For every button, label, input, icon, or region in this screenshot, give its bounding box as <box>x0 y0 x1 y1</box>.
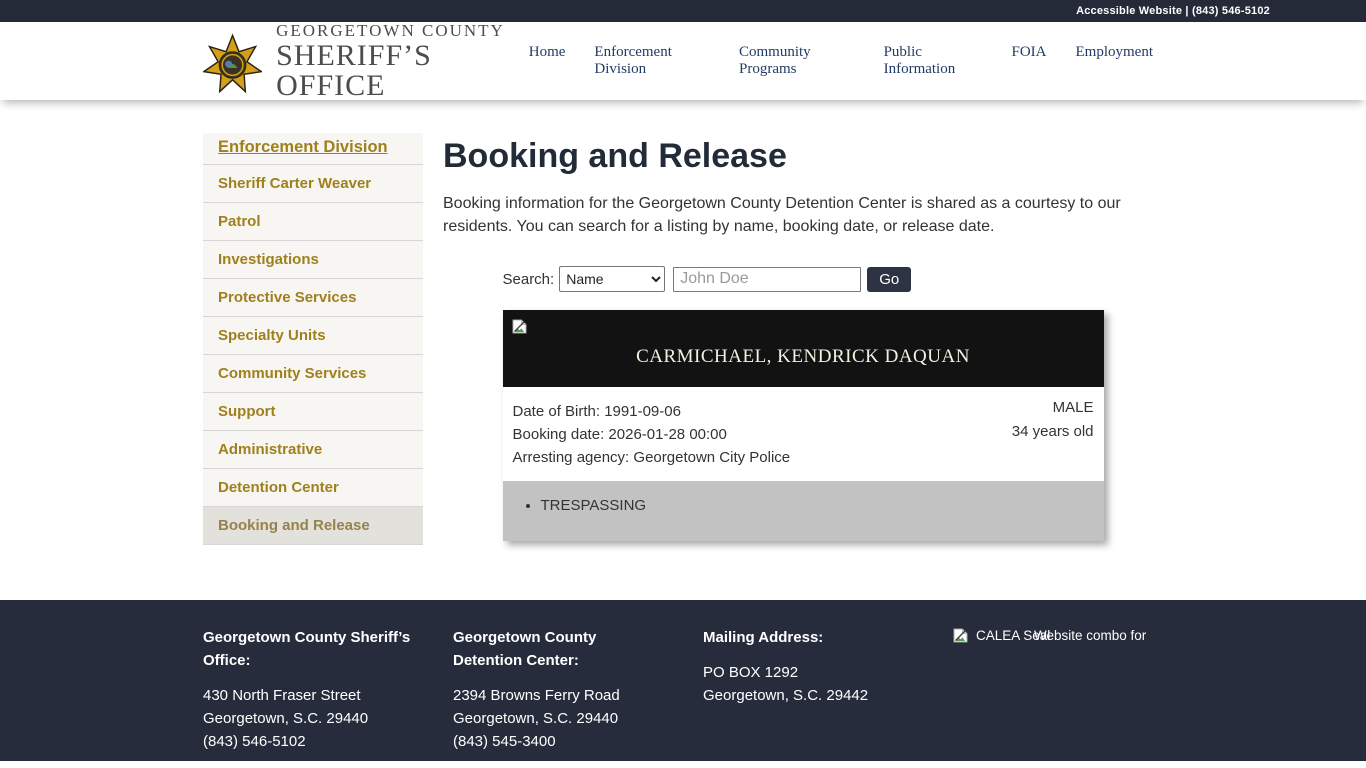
footer-sheriffs-office-street: 430 North Fraser Street <box>203 684 453 707</box>
inmate-sex: MALE <box>1012 396 1094 420</box>
logo-county-line: GEORGETOWN COUNTY <box>276 22 529 39</box>
go-button[interactable]: Go <box>867 267 911 292</box>
dob-line: Date of Birth: 1991-09-06 <box>513 400 1094 423</box>
content-area: Enforcement Division Sheriff Carter Weav… <box>203 100 1163 545</box>
sidebar-item-booking-and-release[interactable]: Booking and Release <box>203 507 423 545</box>
dob-label: Date of Birth: <box>513 403 601 420</box>
footer-mailing-po-box: PO BOX 1292 <box>703 661 953 684</box>
calea-image-alt-text: CALEA Seal Website combo for <box>976 628 1186 648</box>
site-logo[interactable]: GEORGETOWN COUNTY SHERIFF’S OFFICE <box>203 22 529 101</box>
footer-detention-center-street: 2394 Browns Ferry Road <box>453 684 703 707</box>
sidebar-item-sheriff-carter-weaver[interactable]: Sheriff Carter Weaver <box>203 165 423 203</box>
search-input[interactable] <box>673 267 861 292</box>
sidebar-item-patrol[interactable]: Patrol <box>203 203 423 241</box>
footer-calea-badge: CALEA Seal Website combo for <box>953 626 1203 753</box>
arresting-agency-value: Georgetown City Police <box>633 449 790 466</box>
booking-record-card: CARMICHAEL, KENDRICK DAQUAN Date of Birt… <box>503 310 1104 541</box>
sidebar-item-detention-center[interactable]: Detention Center <box>203 469 423 507</box>
search-form: Search: Name Go <box>503 266 1104 292</box>
top-utility-bar: Accessible Website | (843) 546-5102 <box>0 0 1366 22</box>
sex-age-block: MALE 34 years old <box>1012 396 1094 444</box>
nav-foia[interactable]: FOIA <box>1011 44 1046 78</box>
nav-home[interactable]: Home <box>529 44 566 78</box>
footer-mailing-address-column: Mailing Address: PO BOX 1292 Georgetown,… <box>703 626 953 753</box>
footer-sheriffs-office-phone: (843) 546-5102 <box>203 730 453 753</box>
nav-employment[interactable]: Employment <box>1076 44 1154 78</box>
booking-date-label: Booking date: <box>513 426 605 443</box>
site-header: GEORGETOWN COUNTY SHERIFF’S OFFICE Home … <box>0 22 1366 100</box>
booking-card-header: CARMICHAEL, KENDRICK DAQUAN <box>503 310 1104 387</box>
sidebar-item-administrative[interactable]: Administrative <box>203 431 423 469</box>
booking-card-details: Date of Birth: 1991-09-06 Booking date: … <box>503 387 1104 481</box>
logo-office-line: SHERIFF’S OFFICE <box>276 41 529 101</box>
booking-date-line: Booking date: 2026-01-28 00:00 <box>513 423 1094 446</box>
calea-alt-line2: Website combo for <box>1034 628 1146 643</box>
booking-date-value: 2026-01-28 00:00 <box>608 426 726 443</box>
sidebar-menu: Enforcement Division Sheriff Carter Weav… <box>203 133 423 545</box>
footer-mailing-address-heading: Mailing Address: <box>703 626 918 649</box>
footer-mailing-city: Georgetown, S.C. 29442 <box>703 684 953 707</box>
main-nav: Home Enforcement Division Community Prog… <box>529 44 1153 78</box>
footer-sheriffs-office-heading: Georgetown County Sheriff’s Office: <box>203 626 418 672</box>
nav-public-information[interactable]: Public Information <box>884 44 983 78</box>
arresting-agency-label: Arresting agency: <box>513 449 630 466</box>
broken-mugshot-image-icon <box>512 319 527 334</box>
page-title: Booking and Release <box>443 137 1163 176</box>
footer-detention-center-city: Georgetown, S.C. 29440 <box>453 707 703 730</box>
nav-community-programs[interactable]: Community Programs <box>739 44 855 78</box>
accessible-website-phone[interactable]: Accessible Website | (843) 546-5102 <box>1076 5 1270 17</box>
footer-spacer <box>0 545 1366 600</box>
charges-section: TRESPASSING <box>503 481 1104 541</box>
intro-paragraph: Booking information for the Georgetown C… <box>443 192 1143 238</box>
charge-item: TRESPASSING <box>541 497 1104 514</box>
sidebar-item-specialty-units[interactable]: Specialty Units <box>203 317 423 355</box>
main-column: Booking and Release Booking information … <box>443 133 1163 545</box>
site-footer: Georgetown County Sheriff’s Office: 430 … <box>0 600 1366 761</box>
inmate-name: CARMICHAEL, KENDRICK DAQUAN <box>503 346 1104 368</box>
footer-sheriffs-office-column: Georgetown County Sheriff’s Office: 430 … <box>203 626 453 753</box>
footer-sheriffs-office-city: Georgetown, S.C. 29440 <box>203 707 453 730</box>
sidebar-item-protective-services[interactable]: Protective Services <box>203 279 423 317</box>
footer-detention-center-phone: (843) 545-3400 <box>453 730 703 753</box>
arresting-agency-line: Arresting agency: Georgetown City Police <box>513 446 1094 469</box>
dob-value: 1991-09-06 <box>604 403 681 420</box>
sidebar-item-community-services[interactable]: Community Services <box>203 355 423 393</box>
footer-detention-center-heading: Georgetown County Detention Center: <box>453 626 668 672</box>
sidebar-header-enforcement-division[interactable]: Enforcement Division <box>203 133 423 165</box>
sidebar-item-support[interactable]: Support <box>203 393 423 431</box>
inmate-age: 34 years old <box>1012 420 1094 444</box>
broken-calea-image-icon <box>953 628 968 643</box>
search-type-select[interactable]: Name <box>559 266 665 292</box>
footer-detention-center-column: Georgetown County Detention Center: 2394… <box>453 626 703 753</box>
sidebar-item-investigations[interactable]: Investigations <box>203 241 423 279</box>
search-label: Search: <box>503 271 555 288</box>
nav-enforcement-division[interactable]: Enforcement Division <box>594 44 710 78</box>
sheriff-star-icon <box>203 33 262 97</box>
logo-text: GEORGETOWN COUNTY SHERIFF’S OFFICE <box>276 22 529 101</box>
